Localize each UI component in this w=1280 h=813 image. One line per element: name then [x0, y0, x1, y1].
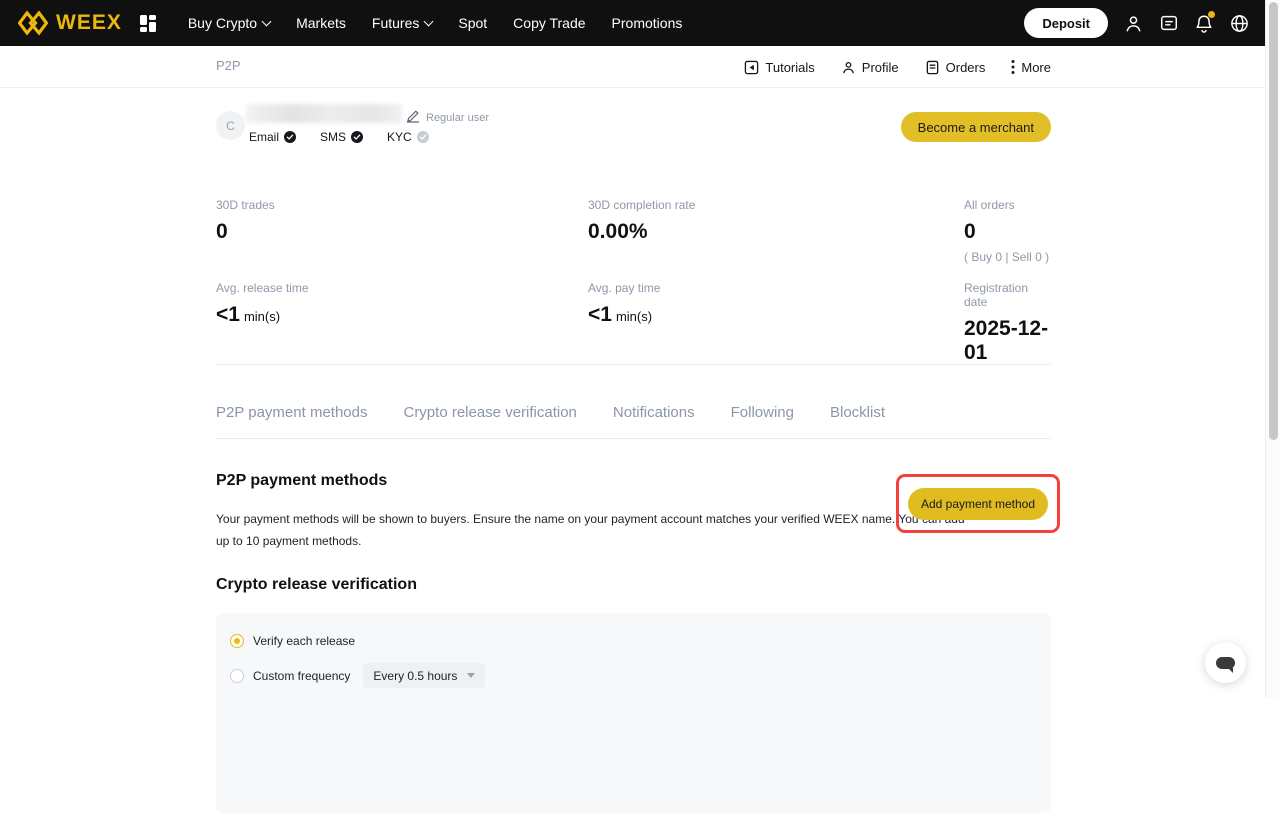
profile-icon — [841, 60, 856, 75]
more-dots-icon — [1011, 59, 1015, 75]
stat-all-orders: All orders 0 ( Buy 0 | Sell 0 ) — [964, 198, 1049, 264]
tab-p2p-payment-methods[interactable]: P2P payment methods — [216, 404, 367, 421]
check-circle-icon — [417, 131, 429, 143]
nav-item-futures[interactable]: Futures — [359, 15, 445, 31]
tutorials-link[interactable]: Tutorials — [744, 60, 814, 75]
stat-30d-completion-rate: 30D completion rate 0.00% — [588, 198, 695, 244]
radio-selected[interactable] — [230, 634, 244, 648]
stat-avg-release-time: Avg. release time <1min(s) — [216, 281, 309, 327]
stat-30d-trades: 30D trades 0 — [216, 198, 275, 244]
highlight-annotation-box: Add payment method — [896, 474, 1060, 533]
weex-logo[interactable]: WEEX — [18, 10, 122, 36]
kyc-unverified: KYC — [387, 130, 429, 144]
p2p-user-center: C Regular user Email SMS KYC Become a m — [216, 88, 1051, 698]
profile-link[interactable]: Profile — [841, 60, 899, 75]
option-verify-each-release[interactable]: Verify each release — [230, 634, 355, 648]
logo-text: WEEX — [56, 11, 122, 35]
nav-right-cluster: Deposit — [1024, 0, 1250, 46]
notification-dot — [1208, 11, 1215, 18]
check-circle-icon — [351, 131, 363, 143]
option-custom-frequency[interactable]: Custom frequency Every 0.5 hours — [230, 663, 485, 688]
chevron-down-icon — [467, 673, 475, 678]
page-scrollbar[interactable] — [1265, 0, 1280, 698]
crypto-release-verification-title: Crypto release verification — [216, 576, 417, 594]
tab-blocklist[interactable]: Blocklist — [830, 404, 885, 421]
orders-icon — [925, 60, 940, 75]
nav-item-markets[interactable]: Markets — [283, 15, 359, 31]
avatar[interactable]: C — [216, 111, 245, 140]
settings-tabs: P2P payment methods Crypto release verif… — [216, 404, 885, 421]
divider — [216, 438, 1051, 439]
edit-name-icon[interactable] — [406, 109, 420, 123]
support-chat-icon[interactable] — [1159, 13, 1179, 33]
frequency-dropdown[interactable]: Every 0.5 hours — [363, 663, 485, 688]
role-badge: Regular user — [426, 112, 489, 124]
subnav-links: Tutorials Profile Orders More — [744, 46, 1051, 88]
become-merchant-button[interactable]: Become a merchant — [901, 112, 1051, 142]
verification-row: Email SMS KYC — [249, 130, 429, 144]
username-blurred — [246, 104, 402, 123]
tab-crypto-release-verification[interactable]: Crypto release verification — [403, 404, 576, 421]
buy-sell-breakdown: ( Buy 0 | Sell 0 ) — [964, 250, 1049, 264]
main-menu: Buy Crypto Markets Futures Spot Copy Tra… — [175, 15, 696, 31]
payment-methods-title: P2P payment methods — [216, 472, 387, 490]
chevron-down-icon — [262, 17, 272, 27]
tutorials-icon — [744, 60, 759, 75]
deposit-button[interactable]: Deposit — [1024, 8, 1108, 38]
chevron-down-icon — [424, 17, 434, 27]
user-icon[interactable] — [1123, 13, 1144, 34]
notifications-bell-icon[interactable] — [1194, 13, 1214, 34]
p2p-subheader: P2P Tutorials Profile Orders — [0, 46, 1266, 88]
radio-unselected[interactable] — [230, 669, 244, 683]
divider — [216, 364, 1051, 365]
add-payment-method-button[interactable]: Add payment method — [908, 488, 1048, 520]
tab-notifications[interactable]: Notifications — [613, 404, 695, 421]
payment-methods-description: Your payment methods will be shown to bu… — [216, 508, 965, 552]
apps-grid-icon[interactable] — [140, 15, 157, 32]
stat-registration-date: Registration date 2025-12-01 — [964, 281, 1051, 365]
email-verified: Email — [249, 130, 296, 144]
orders-link[interactable]: Orders — [925, 60, 986, 75]
release-verification-panel: Verify each release Custom frequency Eve… — [216, 613, 1051, 813]
chat-bubble-icon — [1216, 657, 1235, 669]
scrollbar-thumb[interactable] — [1269, 2, 1278, 440]
nav-item-spot[interactable]: Spot — [445, 15, 500, 31]
weex-logo-icon — [18, 10, 48, 36]
nav-item-copy-trade[interactable]: Copy Trade — [500, 15, 598, 31]
more-link[interactable]: More — [1011, 59, 1051, 75]
check-circle-icon — [284, 131, 296, 143]
top-nav: WEEX Buy Crypto Markets Futures Spot Co — [0, 0, 1280, 46]
tab-following[interactable]: Following — [731, 404, 794, 421]
support-chat-button[interactable] — [1205, 642, 1246, 683]
language-globe-icon[interactable] — [1229, 13, 1250, 34]
stat-avg-pay-time: Avg. pay time <1min(s) — [588, 281, 660, 327]
nav-item-promotions[interactable]: Promotions — [599, 15, 696, 31]
breadcrumb[interactable]: P2P — [216, 58, 241, 73]
nav-item-buy-crypto[interactable]: Buy Crypto — [175, 15, 283, 31]
sms-verified: SMS — [320, 130, 363, 144]
